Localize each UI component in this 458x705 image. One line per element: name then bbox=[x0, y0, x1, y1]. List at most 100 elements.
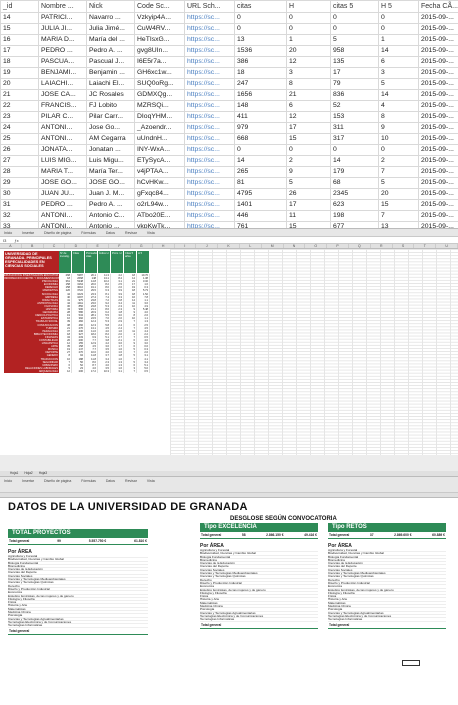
table-cell[interactable]: JOSE GO... bbox=[86, 177, 135, 189]
column-header[interactable]: Nombre ... bbox=[38, 0, 87, 13]
table-cell[interactable]: 2015-09-... bbox=[418, 56, 458, 68]
table-cell[interactable]: 2015-09-... bbox=[418, 23, 458, 35]
table-cell[interactable]: https://sc... bbox=[184, 34, 235, 46]
column-letter[interactable]: R bbox=[371, 244, 393, 248]
table-cell[interactable]: 11 bbox=[286, 210, 331, 222]
column-header[interactable]: URL Sch... bbox=[184, 0, 235, 13]
table-cell[interactable]: 15 bbox=[378, 199, 419, 211]
table-cell[interactable]: 4 bbox=[378, 100, 419, 112]
table-cell[interactable]: PILAR C... bbox=[38, 111, 87, 123]
table-cell[interactable]: JONATA... bbox=[38, 144, 87, 156]
table-cell[interactable]: 27 bbox=[0, 155, 39, 167]
table-cell[interactable]: 28 bbox=[0, 166, 39, 178]
table-cell[interactable]: 7 bbox=[378, 166, 419, 178]
table-cell[interactable]: GDMXQg... bbox=[134, 89, 185, 101]
ribbon-tab[interactable]: Diseño de página bbox=[44, 479, 71, 490]
table-cell[interactable]: 22 bbox=[0, 100, 39, 112]
table-cell[interactable]: 24 bbox=[0, 122, 39, 134]
table-cell[interactable]: 14 bbox=[234, 155, 287, 167]
table-cell[interactable]: 14 bbox=[378, 45, 419, 57]
table-cell[interactable]: 5 bbox=[378, 177, 419, 189]
ribbon-tab[interactable]: Inicio bbox=[4, 479, 12, 490]
table-cell[interactable]: 5 bbox=[378, 78, 419, 90]
table-row[interactable]: 30 JUAN JU... Juan J. M... gFxqc84... https:… bbox=[0, 188, 458, 200]
table-cell[interactable]: 2015-09-... bbox=[418, 111, 458, 123]
table-cell[interactable]: https://sc... bbox=[184, 177, 235, 189]
table-cell[interactable]: https://sc... bbox=[184, 78, 235, 90]
table-cell[interactable]: 15 bbox=[286, 133, 331, 145]
column-header[interactable]: Fecha CÃ... bbox=[418, 0, 458, 13]
table-cell[interactable]: 6 bbox=[378, 56, 419, 68]
specialty-row[interactable]: ARQUEOLOGÍA 12 206 17.2 10.3 3.1 7 0.5 bbox=[4, 369, 166, 373]
table-cell[interactable]: 446 bbox=[234, 210, 287, 222]
ribbon-tab[interactable]: Datos bbox=[106, 231, 115, 235]
table-cell[interactable]: MZRSQi... bbox=[134, 100, 185, 112]
shape-box[interactable] bbox=[402, 660, 420, 666]
table-cell[interactable]: 311 bbox=[330, 122, 379, 134]
table-cell[interactable]: 25 bbox=[0, 133, 39, 145]
table-cell[interactable]: 23 bbox=[0, 111, 39, 123]
table-cell[interactable]: 30 bbox=[0, 188, 39, 200]
table-cell[interactable]: 0 bbox=[378, 144, 419, 156]
column-header[interactable]: Nick bbox=[86, 0, 135, 13]
table-cell[interactable]: FJ Lobito bbox=[86, 100, 135, 112]
table-cell[interactable]: 12 bbox=[286, 111, 331, 123]
table-row[interactable]: 23 PILAR C... Pilar Carr... DIoqYHM... https… bbox=[0, 111, 458, 123]
table-cell[interactable]: Laiachi El... bbox=[86, 78, 135, 90]
column-letter[interactable]: M bbox=[262, 244, 284, 248]
table-cell[interactable]: 20 bbox=[286, 45, 331, 57]
table-cell[interactable]: 2015-09-... bbox=[418, 67, 458, 79]
table-cell[interactable]: Pascual J... bbox=[86, 56, 135, 68]
column-letter[interactable]: S bbox=[393, 244, 415, 248]
table-cell[interactable]: 18 bbox=[0, 56, 39, 68]
table-cell[interactable]: 0 bbox=[330, 144, 379, 156]
table-cell[interactable]: 3 bbox=[378, 67, 419, 79]
table-cell[interactable]: 8 bbox=[286, 78, 331, 90]
table-cell[interactable]: FRANCIS... bbox=[38, 100, 87, 112]
table-cell[interactable]: 2015-09-... bbox=[418, 78, 458, 90]
table-cell[interactable]: 198 bbox=[330, 210, 379, 222]
table-cell[interactable]: 2015-09-... bbox=[418, 133, 458, 145]
table-cell[interactable]: 12 bbox=[286, 56, 331, 68]
table-cell[interactable]: https://sc... bbox=[184, 67, 235, 79]
table-cell[interactable]: https://sc... bbox=[184, 23, 235, 35]
column-letter[interactable]: F bbox=[109, 244, 131, 248]
table-cell[interactable]: ANTONI... bbox=[38, 133, 87, 145]
table-cell[interactable]: MARIA D... bbox=[38, 34, 87, 46]
table-cell[interactable]: 2015-09-... bbox=[418, 210, 458, 222]
table-cell[interactable]: 2015-09-... bbox=[418, 199, 458, 211]
table-cell[interactable]: 2015-09-... bbox=[418, 177, 458, 189]
table-row[interactable]: 31 PEDRO ... Pedro A. ... o2rL94w... https:/… bbox=[0, 199, 458, 211]
table-cell[interactable]: 317 bbox=[330, 133, 379, 145]
ribbon-tab[interactable]: Inicio bbox=[4, 231, 12, 235]
table-cell[interactable]: 17 bbox=[286, 122, 331, 134]
table-cell[interactable]: https://sc... bbox=[184, 111, 235, 123]
table-cell[interactable]: 5 bbox=[286, 177, 331, 189]
table-cell[interactable]: 265 bbox=[234, 166, 287, 178]
table-cell[interactable]: https://sc... bbox=[184, 144, 235, 156]
table-cell[interactable]: CuW4RV... bbox=[134, 23, 185, 35]
table-cell[interactable]: 19 bbox=[0, 67, 39, 79]
table-cell[interactable]: https://sc... bbox=[184, 100, 235, 112]
table-cell[interactable]: 958 bbox=[330, 45, 379, 57]
table-cell[interactable]: 15 bbox=[0, 23, 39, 35]
table-row[interactable]: 19 BENJAMI... Benjamin ... GH6xc1w... https:… bbox=[0, 67, 458, 79]
table-cell[interactable]: 135 bbox=[330, 56, 379, 68]
table-cell[interactable]: 8 bbox=[378, 111, 419, 123]
table-row[interactable]: 28 MARIA T... María Ter... v4jPTAA... https:… bbox=[0, 166, 458, 178]
table-cell[interactable]: 20 bbox=[0, 78, 39, 90]
table-cell[interactable]: 9 bbox=[286, 166, 331, 178]
table-cell[interactable]: MARIA T... bbox=[38, 166, 87, 178]
column-header[interactable]: citas 5 bbox=[330, 0, 379, 13]
table-cell[interactable]: 247 bbox=[234, 78, 287, 90]
column-letter[interactable]: L bbox=[240, 244, 262, 248]
table-cell[interactable]: 31 bbox=[0, 199, 39, 211]
column-header[interactable]: H 5 bbox=[378, 0, 419, 13]
table-cell[interactable]: 179 bbox=[330, 166, 379, 178]
ribbon-tab[interactable]: Insertar bbox=[22, 231, 34, 235]
column-letter[interactable]: G bbox=[131, 244, 153, 248]
table-cell[interactable]: 0 bbox=[330, 12, 379, 24]
table-cell[interactable]: o2rL94w... bbox=[134, 199, 185, 211]
table-cell[interactable]: 979 bbox=[234, 122, 287, 134]
ribbon-tab[interactable]: Vista bbox=[147, 231, 155, 235]
